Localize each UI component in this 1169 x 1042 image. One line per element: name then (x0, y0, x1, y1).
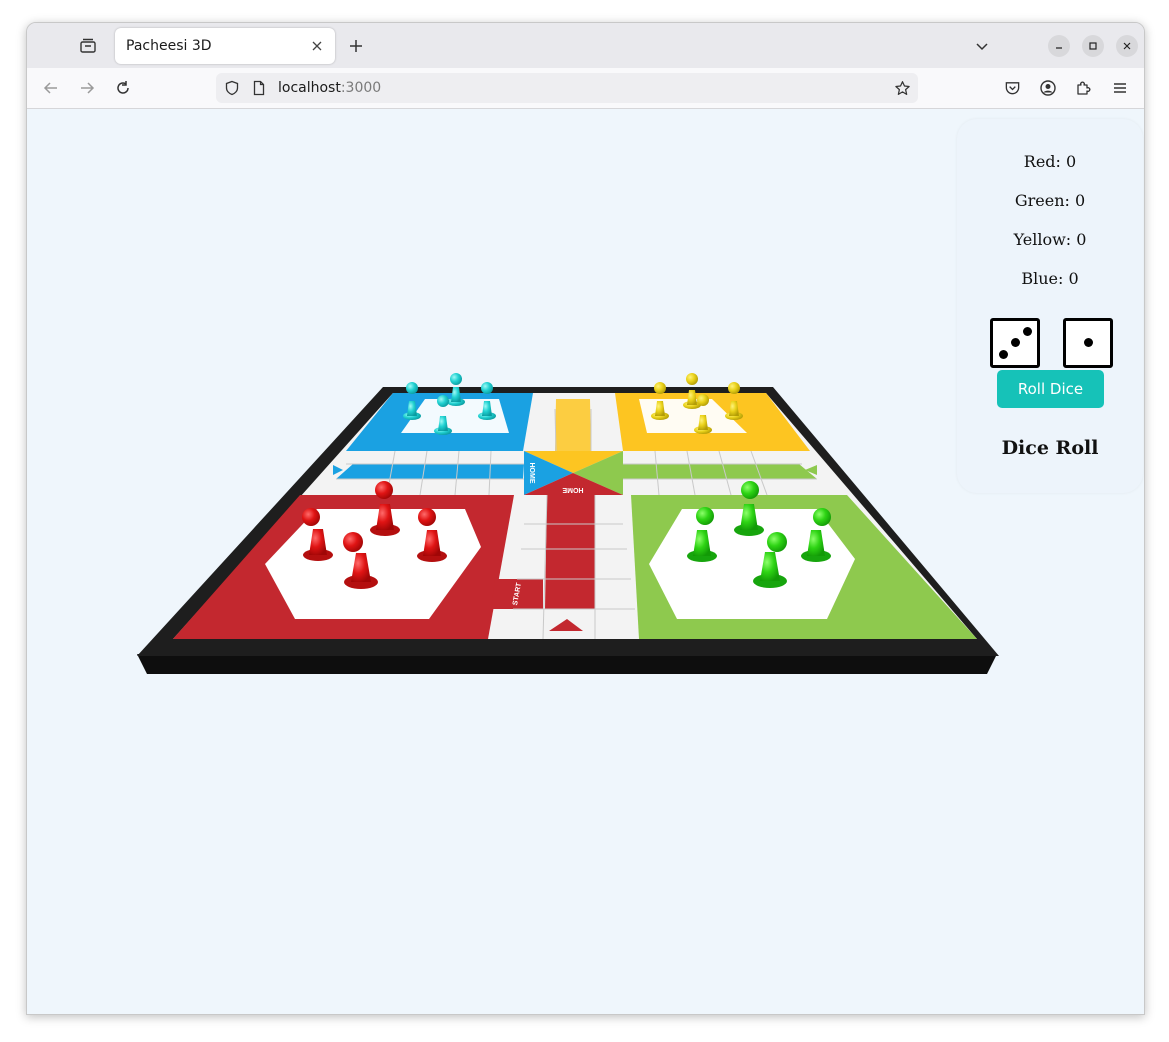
star-icon[interactable] (892, 78, 912, 98)
menu-icon[interactable] (1109, 77, 1131, 99)
die-1 (990, 318, 1040, 368)
page-viewport: HOME HOME START Red: 0 Green: 0 Yellow: … (27, 109, 1144, 1014)
url-host: localhost (278, 80, 341, 96)
dice-roll-heading: Dice Roll (1001, 437, 1099, 459)
game-panel: Red: 0 Green: 0 Yellow: 0 Blue: 0 Roll D… (957, 119, 1143, 493)
red-track (545, 495, 595, 609)
nav-bar: localhost:3000 (27, 68, 1144, 109)
die-pip (1084, 338, 1093, 347)
plus-icon[interactable] (345, 35, 367, 57)
account-icon[interactable] (1037, 77, 1059, 99)
board-frame-side (137, 654, 997, 674)
home-label-red: HOME (562, 486, 583, 493)
die-pip (1023, 327, 1032, 336)
tab-bar: Pacheesi 3D (27, 23, 1144, 68)
close-window-icon[interactable] (1116, 35, 1138, 57)
score-green: Green: 0 (1014, 191, 1086, 210)
back-icon[interactable] (40, 77, 62, 99)
tab-pacheesi[interactable]: Pacheesi 3D (115, 28, 335, 64)
page-icon (249, 78, 269, 98)
die-2 (1063, 318, 1113, 368)
home-label-blue: HOME (528, 463, 535, 484)
yellow-track (555, 399, 591, 451)
maximize-icon[interactable] (1082, 35, 1104, 57)
chevron-down-icon[interactable] (971, 35, 993, 57)
green-track (623, 464, 817, 479)
close-icon[interactable] (307, 36, 327, 56)
url-port: :3000 (340, 80, 382, 96)
tab-overview-icon[interactable] (77, 35, 99, 57)
blue-track (336, 464, 524, 479)
die-pip (999, 350, 1008, 359)
url-bar[interactable]: localhost:3000 (216, 73, 918, 103)
forward-icon[interactable] (76, 77, 98, 99)
score-red: Red: 0 (1023, 152, 1077, 171)
score-yellow: Yellow: 0 (1013, 230, 1087, 249)
minimize-icon[interactable] (1048, 35, 1070, 57)
die-pip (1011, 338, 1020, 347)
url-text[interactable]: localhost:3000 (278, 73, 381, 103)
roll-dice-button[interactable]: Roll Dice (997, 370, 1104, 408)
tab-title: Pacheesi 3D (126, 38, 212, 54)
shield-icon[interactable] (222, 78, 242, 98)
extensions-icon[interactable] (1073, 77, 1095, 99)
score-blue: Blue: 0 (1021, 269, 1079, 288)
browser-window: Pacheesi 3D localhost:3000 HOME HOME STA… (26, 22, 1145, 1015)
reload-icon[interactable] (112, 77, 134, 99)
pocket-icon[interactable] (1001, 77, 1023, 99)
